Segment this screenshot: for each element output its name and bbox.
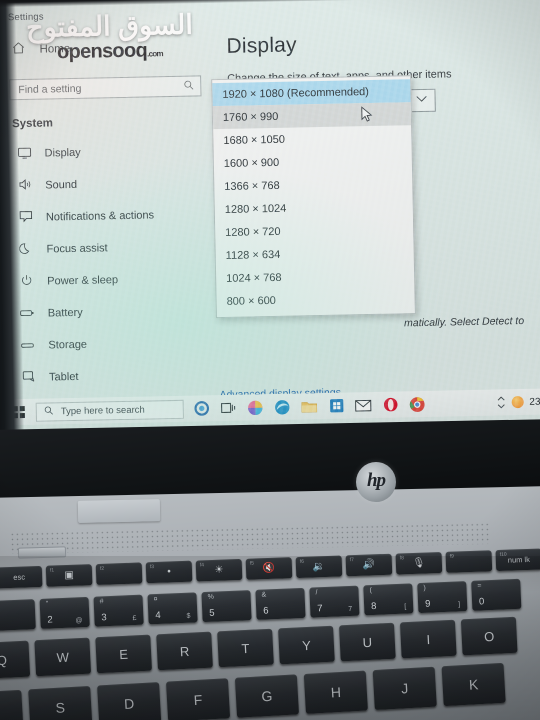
key-f1[interactable]: f1 ▣ xyxy=(45,564,93,587)
key-3[interactable]: #3 £ xyxy=(93,594,144,627)
key-6[interactable]: & 6 xyxy=(255,587,306,620)
key-f4[interactable]: f4 ☀ xyxy=(195,558,243,582)
key-g[interactable]: G xyxy=(234,674,300,718)
photos-icon[interactable] xyxy=(241,394,269,421)
microsoft-store-icon[interactable] xyxy=(322,392,350,419)
key-0[interactable]: = 0 xyxy=(471,578,522,611)
sidebar-item-battery[interactable]: Battery xyxy=(14,294,219,330)
key-k[interactable]: K xyxy=(441,662,506,707)
key-f8[interactable]: f8 🎙 xyxy=(395,551,443,575)
sidebar-item-storage[interactable]: Storage xyxy=(14,326,219,362)
taskbar-search-input[interactable]: Type here to search xyxy=(35,399,184,422)
chrome-icon[interactable] xyxy=(403,391,431,418)
sidebar-label-sound: Sound xyxy=(45,178,78,192)
chevron-down-icon xyxy=(416,95,428,106)
sidebar-label-tablet: Tablet xyxy=(48,370,79,384)
sidebar-item-notifications[interactable]: Notifications & actions xyxy=(12,198,217,234)
key-j[interactable]: J xyxy=(372,666,437,711)
search-placeholder: Find a setting xyxy=(18,82,82,96)
chevron-up-icon[interactable] xyxy=(496,395,505,409)
mail-icon[interactable] xyxy=(349,392,377,419)
taskbar-icons xyxy=(188,391,431,422)
key-f9[interactable]: f9 xyxy=(445,550,493,573)
hp-logo: hp xyxy=(356,462,396,502)
notification-icon xyxy=(18,210,33,226)
opera-icon[interactable] xyxy=(376,391,404,418)
taskbar-search-placeholder: Type here to search xyxy=(60,404,145,417)
file-explorer-icon[interactable] xyxy=(295,393,323,420)
page-title: Display xyxy=(226,33,297,58)
sidebar-item-tablet[interactable]: Tablet xyxy=(15,358,220,394)
sidebar-item-display[interactable]: Display xyxy=(10,134,215,170)
key-esc[interactable]: esc xyxy=(0,565,43,589)
key-f3[interactable]: f3 • xyxy=(145,560,193,584)
key-2[interactable]: " 2 @ xyxy=(39,596,90,629)
sidebar-item-sound[interactable]: Sound xyxy=(11,166,216,202)
resolution-dropdown-list[interactable]: 1920 × 1080 (Recommended) 1760 × 990 168… xyxy=(211,75,416,319)
system-tray: 23°C xyxy=(496,394,540,409)
sidebar-label-power-sleep: Power & sleep xyxy=(47,274,119,288)
sidebar-label-notifications: Notifications & actions xyxy=(45,209,155,224)
key-f6[interactable]: f6 🔉 xyxy=(295,555,343,579)
sidebar-section-header: System xyxy=(11,117,54,131)
key-1[interactable]: !1 xyxy=(0,599,36,632)
sidebar-item-power-sleep[interactable]: Power & sleep xyxy=(13,262,218,298)
key-t[interactable]: T xyxy=(217,628,274,668)
key-d[interactable]: D xyxy=(97,682,162,720)
settings-window: Settings Home Find a setting System Disp… xyxy=(0,0,540,416)
sidebar-label-battery: Battery xyxy=(47,306,83,320)
key-h[interactable]: H xyxy=(303,670,368,714)
power-icon xyxy=(19,274,34,290)
key-o[interactable]: O xyxy=(460,616,518,656)
storage-icon xyxy=(20,339,35,353)
monitor-icon xyxy=(16,146,31,161)
weather-sun-icon xyxy=(511,395,524,409)
key-7[interactable]: /7 7 xyxy=(309,585,360,618)
key-f5[interactable]: f5 🔇 xyxy=(245,557,293,580)
key-8[interactable]: (8[ xyxy=(363,583,414,616)
sidebar-item-home[interactable]: Home xyxy=(8,31,213,65)
search-icon xyxy=(44,402,54,420)
key-y[interactable]: Y xyxy=(278,625,335,665)
search-icon xyxy=(183,79,194,93)
key-f[interactable]: F xyxy=(165,678,231,720)
weather-temperature[interactable]: 23°C xyxy=(529,396,540,407)
key-9[interactable]: ) 9] xyxy=(417,581,468,614)
laptop-photo: Settings Home Find a setting System Disp… xyxy=(0,0,540,720)
keyboard: escf1▣f2f3•f4☀f5🔇f6🔉f7🔊f8🎙f9f10num lk !1… xyxy=(0,548,540,720)
key-i[interactable]: I xyxy=(399,619,457,659)
search-input[interactable]: Find a setting xyxy=(9,75,202,101)
sidebar-label-storage: Storage xyxy=(48,338,88,352)
resolution-option[interactable]: 800 × 600 xyxy=(216,286,414,313)
key-q[interactable]: Q xyxy=(0,640,31,680)
sidebar-home-label: Home xyxy=(39,43,71,56)
detect-display-text: matically. Select Detect to xyxy=(403,314,525,330)
mouse-cursor-icon xyxy=(361,106,374,129)
key-f10[interactable]: f10 num lk xyxy=(495,548,540,572)
key-r[interactable]: R xyxy=(156,631,213,671)
key-s[interactable]: S xyxy=(28,685,93,720)
key-f2[interactable]: f2 xyxy=(95,562,143,586)
task-view-icon[interactable] xyxy=(215,395,243,422)
battery-icon xyxy=(20,307,35,321)
key-e[interactable]: E xyxy=(95,634,152,674)
sidebar-label-display: Display xyxy=(44,146,81,160)
key-a[interactable]: A xyxy=(0,689,24,720)
key-u[interactable]: U xyxy=(339,622,396,662)
key-w[interactable]: W xyxy=(34,637,92,677)
moon-icon xyxy=(18,242,33,258)
laptop-screen: Settings Home Find a setting System Disp… xyxy=(0,0,540,456)
edge-icon[interactable] xyxy=(268,394,296,421)
key-5[interactable]: % 5 xyxy=(201,590,252,623)
cortana-icon[interactable] xyxy=(188,395,216,422)
key-4[interactable]: ¤ 4 $ xyxy=(147,592,198,625)
sidebar: Home Find a setting System Display Sound… xyxy=(0,21,220,415)
main-pane: Display Change the size of text, apps, a… xyxy=(211,14,540,411)
hinge-cap xyxy=(77,499,161,523)
sidebar-label-focus-assist: Focus assist xyxy=(46,242,108,256)
key-f7[interactable]: f7 🔊 xyxy=(345,553,393,577)
sidebar-item-focus-assist[interactable]: Focus assist xyxy=(12,230,217,266)
